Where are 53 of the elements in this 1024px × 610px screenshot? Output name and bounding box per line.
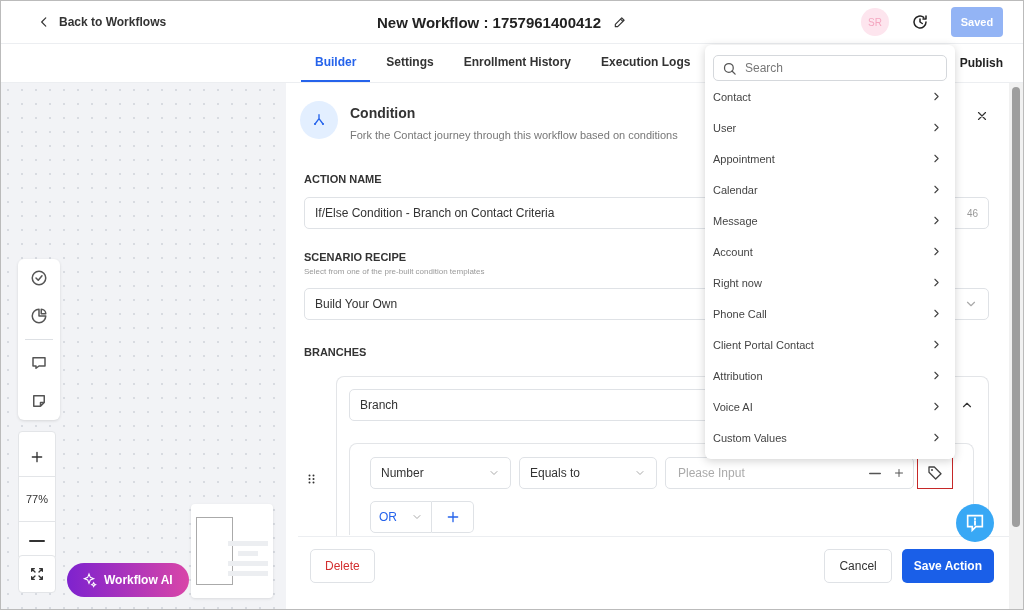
tab[interactable]: Execution Logs	[587, 44, 705, 82]
tag-icon	[927, 465, 943, 481]
tab[interactable]: Builder	[301, 44, 371, 82]
feedback-button[interactable]	[956, 504, 994, 542]
workflow-title: New Workflow : 1757961400412	[377, 13, 601, 31]
menu-item[interactable]: Account	[713, 236, 947, 267]
history-icon[interactable]	[911, 13, 929, 31]
zoom-level: 77%	[19, 476, 55, 521]
character-counter: 46	[966, 207, 978, 219]
connector-select[interactable]: OR	[370, 501, 432, 533]
add-condition-button[interactable]	[432, 501, 474, 533]
search-icon	[722, 60, 737, 76]
tab[interactable]: Settings	[372, 44, 448, 82]
menu-item[interactable]: Client Portal Contact	[713, 329, 947, 360]
field-label: BRANCHES	[304, 346, 367, 358]
info-chat-icon	[964, 512, 986, 534]
expand-icon	[29, 566, 45, 582]
delete-button[interactable]: Delete	[310, 549, 375, 583]
menu-item[interactable]: Custom Values	[713, 422, 947, 453]
menu-item[interactable]: Contact	[713, 81, 947, 112]
menu-item[interactable]: User	[713, 112, 947, 143]
cancel-button[interactable]: Cancel	[824, 549, 892, 583]
fit-view-button[interactable]	[18, 555, 56, 593]
close-icon[interactable]	[975, 109, 989, 123]
operator-select[interactable]: Equals to	[519, 457, 657, 489]
workflow-ai-button[interactable]: Workflow AI	[67, 563, 189, 597]
minus-icon	[869, 471, 881, 475]
note-icon[interactable]	[30, 392, 48, 410]
minus-icon	[29, 538, 45, 543]
panel-subtitle: Fork the Contact journey through this workflow based on conditions	[350, 129, 679, 141]
plus-icon	[29, 449, 45, 465]
menu-item[interactable]: Appointment	[713, 143, 947, 174]
field-label: SCENARIO RECIPE	[304, 251, 407, 263]
publish-button[interactable]: Publish	[959, 44, 1003, 82]
field-hint: Select from one of the pre-built condition templates	[304, 267, 485, 276]
pie-chart-icon[interactable]	[30, 307, 48, 325]
field-label: ACTION NAME	[304, 173, 382, 185]
menu-item[interactable]: Attribution	[713, 360, 947, 391]
tab[interactable]: Enrollment History	[449, 44, 586, 82]
menu-item[interactable]: Voice AI	[713, 391, 947, 422]
check-circle-icon[interactable]	[30, 269, 48, 287]
save-action-button[interactable]: Save Action	[901, 549, 994, 583]
fork-icon	[311, 112, 327, 128]
number-field[interactable]: Please Input	[665, 457, 914, 489]
back-link[interactable]: Back to Workflows	[37, 15, 377, 29]
field-select[interactable]: Number	[370, 457, 511, 489]
panel-title: Condition	[350, 105, 417, 121]
scrollbar[interactable]	[1009, 83, 1023, 609]
pencil-icon[interactable]	[613, 15, 627, 29]
sparkle-icon	[81, 572, 97, 588]
plus-icon	[893, 467, 905, 479]
comment-icon[interactable]	[30, 354, 48, 372]
search-box[interactable]: Search	[713, 55, 947, 81]
